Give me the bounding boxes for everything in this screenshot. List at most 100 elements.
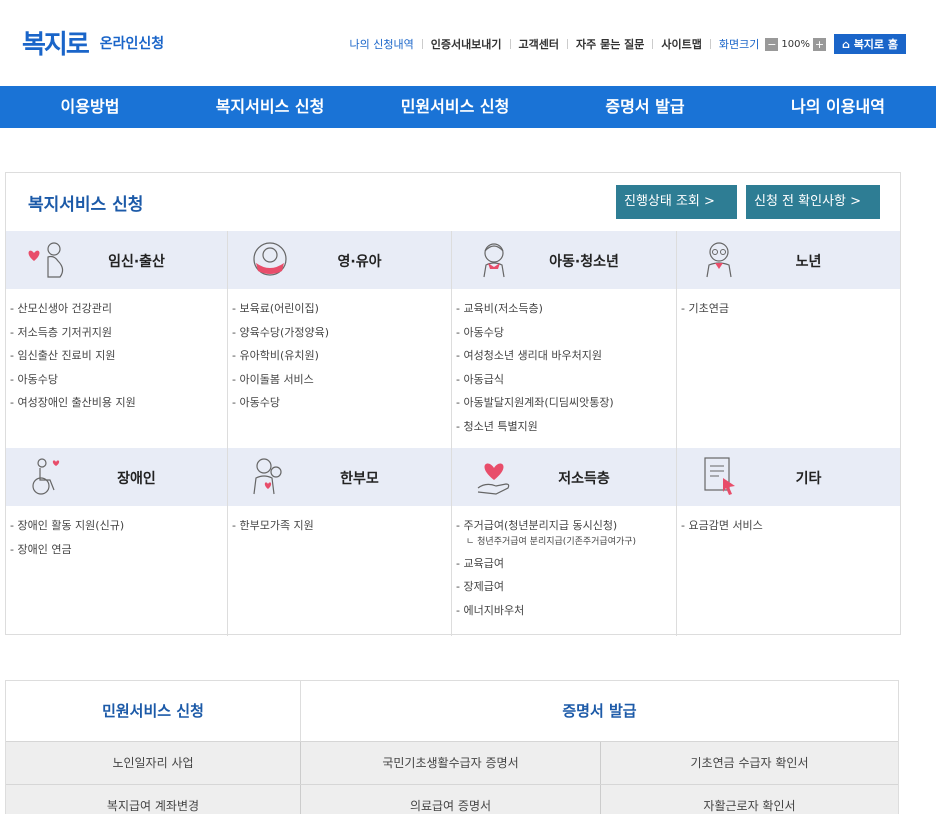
category-header[interactable]: 아동·청소년 — [452, 231, 676, 289]
service-link[interactable]: - 청소년 특별지원 — [456, 415, 672, 439]
category-single-parent[interactable]: 한부모 - 한부모가족 지원 — [228, 448, 452, 636]
category-disabled[interactable]: 장애인 - 장애인 활동 지원(신규) - 장애인 연금 — [6, 448, 228, 636]
panel-title: 복지서비스 신청 — [28, 195, 144, 215]
nav-civil-service[interactable]: 민원서비스 신청 — [360, 86, 550, 128]
category-header[interactable]: 기타 — [677, 448, 900, 506]
category-header[interactable]: 한부모 — [228, 448, 451, 506]
service-list: - 장애인 활동 지원(신규) - 장애인 연금 — [6, 506, 227, 636]
service-link[interactable]: - 아동발달지원계좌(디딤씨앗통장) — [456, 391, 672, 415]
divider — [709, 39, 711, 49]
category-grid: 임신·출산 - 산모신생아 건강관리 - 저소득층 기저귀지원 - 임신출산 진… — [6, 231, 900, 636]
table-link[interactable]: 노인일자리 사업 — [6, 742, 301, 784]
welfare-home-button[interactable]: ⌂ 복지로 홈 — [833, 34, 906, 54]
service-link[interactable]: - 아이돌봄 서비스 — [232, 368, 447, 392]
nav-welfare-service[interactable]: 복지서비스 신청 — [180, 86, 360, 128]
service-link[interactable]: - 양육수당(가정양육) — [232, 321, 447, 345]
category-etc[interactable]: 기타 - 요금감면 서비스 — [677, 448, 900, 636]
service-link[interactable]: - 여성장애인 출산비용 지원 — [10, 391, 223, 415]
category-senior[interactable]: 노년 - 기초연금 — [677, 231, 900, 448]
service-sublink[interactable]: ㄴ 청년주거급여 분리지급(기존주거급여가구) — [456, 534, 672, 550]
service-link[interactable]: - 아동수당 — [10, 368, 223, 392]
table-header: 민원서비스 신청 증명서 발급 — [6, 681, 898, 741]
category-header[interactable]: 노년 — [677, 231, 900, 289]
category-infant[interactable]: 영·유아 - 보육료(어린이집) - 양육수당(가정양육) - 유아학비(유치원… — [228, 231, 452, 448]
category-low-income[interactable]: 저소득층 - 주거급여(청년분리지급 동시신청) ㄴ 청년주거급여 분리지급(기… — [452, 448, 677, 636]
table-link[interactable]: 기초연금 수급자 확인서 — [601, 742, 898, 784]
pre-check-button[interactable]: 신청 전 확인사항 > — [746, 185, 880, 219]
category-name: 영·유아 — [337, 254, 382, 270]
service-link[interactable]: - 아동수당 — [456, 321, 672, 345]
service-link[interactable]: - 임신출산 진료비 지원 — [10, 344, 223, 368]
service-list: - 보육료(어린이집) - 양육수당(가정양육) - 유아학비(유치원) - 아… — [228, 289, 451, 448]
category-name: 저소득층 — [558, 471, 610, 487]
nav-my-usage[interactable]: 나의 이용내역 — [740, 86, 936, 128]
table-link[interactable]: 복지급여 계좌변경 — [6, 785, 301, 814]
service-link[interactable]: - 유아학비(유치원) — [232, 344, 447, 368]
faq-link[interactable]: 자주 묻는 질문 — [576, 36, 644, 52]
site-header: 복지로 온라인신청 나의 신청내역 인증서내보내기 고객센터 자주 묻는 질문 … — [0, 0, 936, 86]
service-link[interactable]: - 저소득층 기저귀지원 — [10, 321, 223, 345]
category-header[interactable]: 영·유아 — [228, 231, 451, 289]
zoom-out-button[interactable]: − — [765, 37, 779, 51]
table-link[interactable]: 국민기초생활수급자 증명서 — [301, 742, 601, 784]
welfare-service-panel: 복지서비스 신청 진행상태 조회 > 신청 전 확인사항 > 임신·출산 - 산… — [5, 172, 901, 636]
logo-text: 복지로 — [22, 30, 90, 60]
table-link[interactable]: 의료급여 증명서 — [301, 785, 601, 814]
nav-certificate[interactable]: 증명서 발급 — [550, 86, 740, 128]
divider — [567, 39, 569, 49]
table-link[interactable]: 자활근로자 확인서 — [601, 785, 898, 814]
service-link[interactable]: - 장애인 연금 — [10, 538, 223, 562]
service-link[interactable]: - 기초연금 — [681, 297, 896, 321]
site-logo[interactable]: 복지로 온라인신청 — [22, 24, 164, 61]
category-name: 임신·출산 — [108, 254, 165, 270]
service-link[interactable]: - 여성청소년 생리대 바우처지원 — [456, 344, 672, 368]
my-applications-link[interactable]: 나의 신청내역 — [349, 36, 413, 52]
service-link[interactable]: - 장제급여 — [456, 575, 672, 599]
service-link[interactable]: - 요금감면 서비스 — [681, 514, 896, 538]
sitemap-link[interactable]: 사이트맵 — [661, 36, 701, 52]
utility-menu: 나의 신청내역 인증서내보내기 고객센터 자주 묻는 질문 사이트맵 화면크기 … — [349, 34, 906, 54]
category-header[interactable]: 장애인 — [6, 448, 227, 506]
service-link[interactable]: - 아동수당 — [232, 391, 447, 415]
category-row: 임신·출산 - 산모신생아 건강관리 - 저소득층 기저귀지원 - 임신출산 진… — [6, 231, 900, 448]
category-name: 기타 — [795, 471, 822, 487]
service-link[interactable]: - 보육료(어린이집) — [232, 297, 447, 321]
category-header[interactable]: 저소득층 — [452, 448, 676, 506]
certificate-export-link[interactable]: 인증서내보내기 — [431, 36, 502, 52]
status-check-button[interactable]: 진행상태 조회 > — [616, 185, 737, 219]
divider — [421, 39, 423, 49]
service-list: - 산모신생아 건강관리 - 저소득층 기저귀지원 - 임신출산 진료비 지원 … — [6, 289, 227, 448]
logo-subtitle: 온라인신청 — [99, 35, 165, 52]
table-row: 복지급여 계좌변경 의료급여 증명서 자활근로자 확인서 — [6, 784, 898, 814]
table-row: 노인일자리 사업 국민기초생활수급자 증명서 기초연금 수급자 확인서 — [6, 741, 898, 784]
service-link[interactable]: - 산모신생아 건강관리 — [10, 297, 223, 321]
main-nav: 이용방법 복지서비스 신청 민원서비스 신청 증명서 발급 나의 이용내역 — [0, 86, 936, 128]
zoom-in-button[interactable]: + — [812, 37, 826, 51]
service-list: - 요금감면 서비스 — [677, 506, 900, 636]
customer-center-link[interactable]: 고객센터 — [519, 36, 559, 52]
zoom-value: 100% — [781, 38, 810, 50]
category-name: 노년 — [795, 254, 822, 270]
service-link[interactable]: - 아동급식 — [456, 368, 672, 392]
divider — [509, 39, 511, 49]
civil-service-heading[interactable]: 민원서비스 신청 — [6, 681, 301, 741]
divider — [652, 39, 654, 49]
civil-certificate-table: 민원서비스 신청 증명서 발급 노인일자리 사업 국민기초생활수급자 증명서 기… — [5, 680, 899, 814]
category-name: 한부모 — [340, 471, 379, 487]
category-name: 장애인 — [117, 471, 156, 487]
nav-how-to-use[interactable]: 이용방법 — [0, 86, 180, 128]
service-link[interactable]: - 장애인 활동 지원(신규) — [10, 514, 223, 538]
category-row: 장애인 - 장애인 활동 지원(신규) - 장애인 연금 한부모 - 한부모가족… — [6, 448, 900, 636]
service-list: - 교육비(저소득층) - 아동수당 - 여성청소년 생리대 바우처지원 - 아… — [452, 289, 676, 448]
service-list: - 주거급여(청년분리지급 동시신청) ㄴ 청년주거급여 분리지급(기존주거급여… — [452, 506, 676, 636]
service-list: - 기초연금 — [677, 289, 900, 448]
category-youth[interactable]: 아동·청소년 - 교육비(저소득층) - 아동수당 - 여성청소년 생리대 바우… — [452, 231, 677, 448]
category-header[interactable]: 임신·출산 — [6, 231, 227, 289]
service-link[interactable]: - 에너지바우처 — [456, 599, 672, 623]
service-link[interactable]: - 교육비(저소득층) — [456, 297, 672, 321]
certificate-heading[interactable]: 증명서 발급 — [301, 681, 898, 741]
category-name: 아동·청소년 — [549, 254, 619, 270]
service-link[interactable]: - 한부모가족 지원 — [232, 514, 447, 538]
category-pregnancy[interactable]: 임신·출산 - 산모신생아 건강관리 - 저소득층 기저귀지원 - 임신출산 진… — [6, 231, 228, 448]
service-link[interactable]: - 교육급여 — [456, 552, 672, 576]
